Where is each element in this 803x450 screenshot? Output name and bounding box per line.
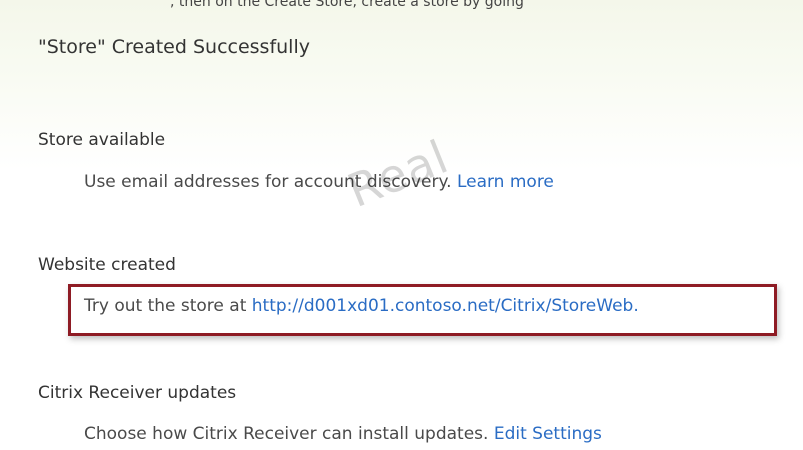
section-text-receiver-updates: Choose how Citrix Receiver can install u… bbox=[84, 424, 602, 444]
section-heading-website-created: Website created bbox=[38, 255, 176, 275]
store-created-page: , then on the Create Store, create a sto… bbox=[0, 0, 803, 450]
edit-settings-link[interactable]: Edit Settings bbox=[494, 424, 602, 444]
website-created-description: Try out the store at bbox=[84, 296, 252, 316]
clipped-instruction-text: , then on the Create Store, create a sto… bbox=[170, 0, 524, 10]
section-text-store-available: Use email addresses for account discover… bbox=[84, 172, 554, 192]
store-url-link[interactable]: http://d001xd01.contoso.net/Citrix/Store… bbox=[252, 296, 639, 316]
receiver-updates-description: Choose how Citrix Receiver can install u… bbox=[84, 424, 494, 444]
section-text-website-created: Try out the store at http://d001xd01.con… bbox=[84, 296, 639, 316]
page-title: "Store" Created Successfully bbox=[38, 36, 310, 58]
learn-more-link[interactable]: Learn more bbox=[457, 172, 554, 192]
watermark: Real bbox=[340, 129, 456, 219]
section-heading-store-available: Store available bbox=[38, 130, 166, 150]
section-heading-receiver-updates: Citrix Receiver updates bbox=[38, 383, 237, 403]
